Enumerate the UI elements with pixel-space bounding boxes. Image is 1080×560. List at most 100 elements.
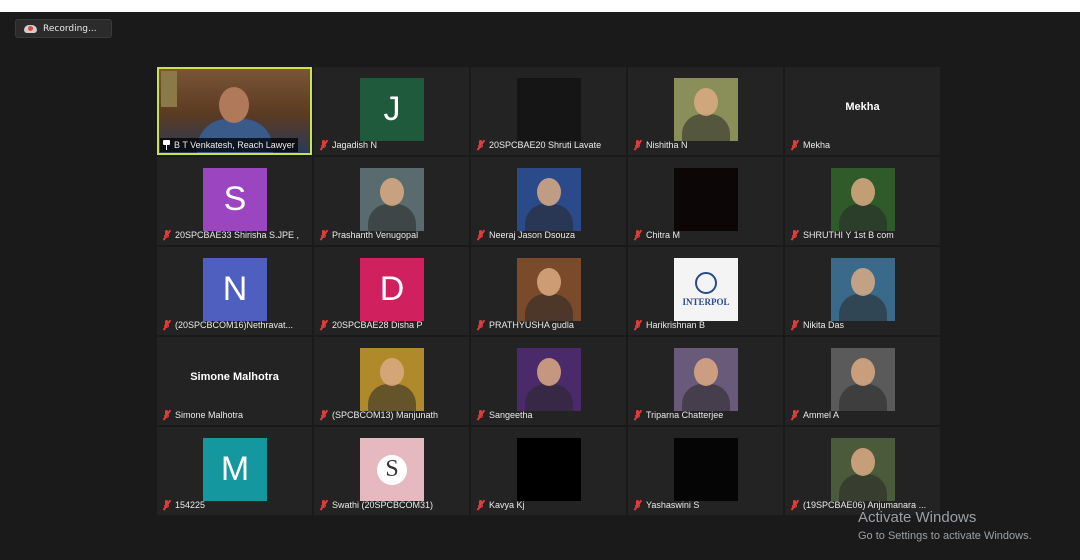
participant-tile[interactable]: Neeraj Jason Dsouza [471,157,626,245]
recording-indicator[interactable]: Recording... [15,19,112,38]
participant-name-bar: (20SPCBCOM16)Nethravat... [160,318,296,332]
mic-muted-icon [476,229,486,241]
participant-name: 20SPCBAE20 Shruti Lavate [489,140,602,150]
participant-name-bar: Mekha [788,138,833,152]
participant-tile[interactable]: Chitra M [628,157,783,245]
participant-name: Swathi (20SPCBCOM31) [332,500,434,510]
cloud-recording-icon [24,24,37,33]
participant-tile[interactable]: B T Venkatesh, Reach Lawyer [157,67,312,155]
participant-tile[interactable]: S Swathi (20SPCBCOM31) [314,427,469,515]
mic-muted-icon [476,139,486,151]
participant-tile[interactable]: Prashanth Venugopal [314,157,469,245]
participant-tile[interactable]: SHRUTHI Y 1st B com [785,157,940,245]
participant-tile[interactable]: Sangeetha [471,337,626,425]
participant-tile[interactable]: PRATHYUSHA gudla [471,247,626,335]
participant-name: Simone Malhotra [175,410,244,420]
pin-icon [162,140,171,150]
participant-tile[interactable]: Kavya Kj [471,427,626,515]
participant-name: PRATHYUSHA gudla [489,320,574,330]
participant-name: B T Venkatesh, Reach Lawyer [174,140,295,150]
participant-name: Ammel A [803,410,840,420]
participant-name-bar: 154225 [160,498,208,512]
mic-muted-icon [476,319,486,331]
avatar: N [203,258,267,321]
mic-muted-icon [633,409,643,421]
participant-tile[interactable]: (19SPCBAE06) Anjumanara ... [785,427,940,515]
participant-tile[interactable]: N (20SPCBCOM16)Nethravat... [157,247,312,335]
profile-photo [674,348,738,411]
profile-photo [517,348,581,411]
mic-muted-icon [162,499,172,511]
participant-tile[interactable]: INTERPOL Harikrishnan B [628,247,783,335]
participant-name-bar: Yashaswini S [631,498,702,512]
participant-name: 154225 [175,500,206,510]
mic-muted-icon [790,319,800,331]
display-name: Mekha [845,101,880,113]
mic-muted-icon [790,499,800,511]
profile-photo [674,168,738,231]
participant-name-bar: Swathi (20SPCBCOM31) [317,498,436,512]
participant-name: Prashanth Venugopal [332,230,419,240]
avatar: J [360,78,424,141]
participant-tile[interactable]: 20SPCBAE20 Shruti Lavate [471,67,626,155]
participant-tile[interactable]: Ammel A [785,337,940,425]
profile-photo [831,348,895,411]
mic-muted-icon [633,139,643,151]
participant-name-bar: Chitra M [631,228,683,242]
participant-name: Triparna Chatterjee [646,410,724,420]
profile-photo [360,168,424,231]
profile-photo [831,168,895,231]
participant-name: (SPCBCOM13) Manjunath [332,410,439,420]
mic-muted-icon [790,229,800,241]
participant-name-bar: Nikita Das [788,318,847,332]
avatar: M [203,438,267,501]
mic-muted-icon [633,499,643,511]
participant-name: Harikrishnan B [646,320,706,330]
profile-photo: INTERPOL [674,258,738,321]
profile-photo [831,438,895,501]
mic-muted-icon [319,499,329,511]
recording-label: Recording... [43,23,97,34]
participant-name-bar: Jagadish N [317,138,380,152]
profile-photo [831,258,895,321]
mic-muted-icon [162,229,172,241]
participant-tile[interactable]: Nikita Das [785,247,940,335]
participant-name-bar: Kavya Kj [474,498,528,512]
profile-photo [674,78,738,141]
display-name: Simone Malhotra [190,371,279,383]
participant-tile[interactable]: S 20SPCBAE33 Shirisha S.JPE , [157,157,312,245]
profile-photo [360,348,424,411]
participant-name-bar: PRATHYUSHA gudla [474,318,577,332]
participant-name-bar: SHRUTHI Y 1st B com [788,228,897,242]
mic-muted-icon [790,409,800,421]
participant-tile[interactable]: Yashaswini S [628,427,783,515]
participant-tile[interactable]: M 154225 [157,427,312,515]
participant-tile[interactable]: (SPCBCOM13) Manjunath [314,337,469,425]
participant-name: Sangeetha [489,410,533,420]
participant-name: (20SPCBCOM16)Nethravat... [175,320,294,330]
participant-tile[interactable]: J Jagadish N [314,67,469,155]
mic-muted-icon [319,229,329,241]
participant-name: Nishitha N [646,140,688,150]
profile-photo: S [360,438,424,501]
participant-tile[interactable]: Mekha Mekha [785,67,940,155]
mic-muted-icon [790,139,800,151]
participant-name-bar: Ammel A [788,408,842,422]
avatar: S [203,168,267,231]
participant-name: Neeraj Jason Dsouza [489,230,576,240]
participant-tile[interactable]: Simone Malhotra Simone Malhotra [157,337,312,425]
interpol-logo-text: INTERPOL [682,297,730,307]
participant-name-bar: B T Venkatesh, Reach Lawyer [160,138,298,152]
profile-photo [517,168,581,231]
participant-name: Mekha [803,140,831,150]
participant-name-bar: Harikrishnan B [631,318,708,332]
participant-tile[interactable]: D 20SPCBAE28 Disha P [314,247,469,335]
participant-name-bar: Simone Malhotra [160,408,246,422]
mic-muted-icon [476,409,486,421]
participant-tile[interactable]: Triparna Chatterjee [628,337,783,425]
participant-name-bar: 20SPCBAE28 Disha P [317,318,426,332]
participant-name: Jagadish N [332,140,378,150]
photo-letter: S [377,454,407,485]
participant-tile[interactable]: Nishitha N [628,67,783,155]
avatar: D [360,258,424,321]
